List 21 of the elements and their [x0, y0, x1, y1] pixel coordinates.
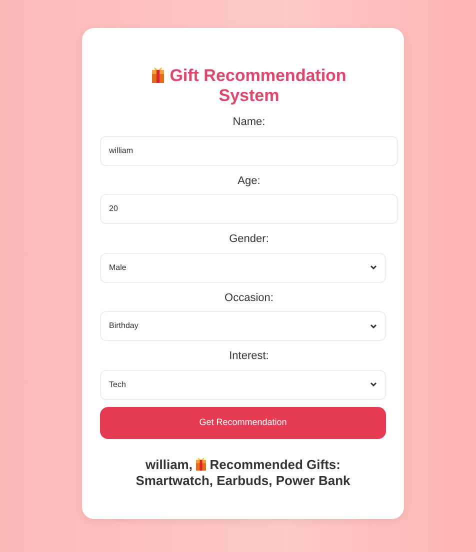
gift-icon	[196, 456, 206, 470]
text-field[interactable]: william	[100, 136, 398, 166]
result-heading: Recommended Gifts:	[210, 456, 340, 472]
chevron-down-icon	[370, 265, 377, 270]
gift-list: Smartwatch, Earbuds, Power Bank	[136, 472, 350, 488]
field-label: Name:	[232, 115, 266, 130]
field-label: Gender:	[228, 232, 270, 247]
field-label: Interest:	[228, 349, 270, 364]
app-title: Gift Recommendation	[170, 66, 346, 85]
chevron-down-icon	[370, 382, 377, 387]
result-name: william,	[146, 456, 192, 472]
chevron-down-icon	[370, 324, 377, 328]
recommend-button[interactable]: Get Recommendation	[100, 406, 386, 438]
app-title: System	[218, 86, 280, 105]
select-field[interactable]: Birthday	[100, 311, 386, 341]
text-field[interactable]: 20	[100, 194, 398, 224]
select-field[interactable]: Tech	[100, 370, 386, 400]
select-field[interactable]: Male	[100, 252, 386, 282]
field-label: Occasion:	[224, 290, 274, 306]
gift-icon	[152, 67, 164, 83]
field-label: Age:	[236, 174, 262, 188]
